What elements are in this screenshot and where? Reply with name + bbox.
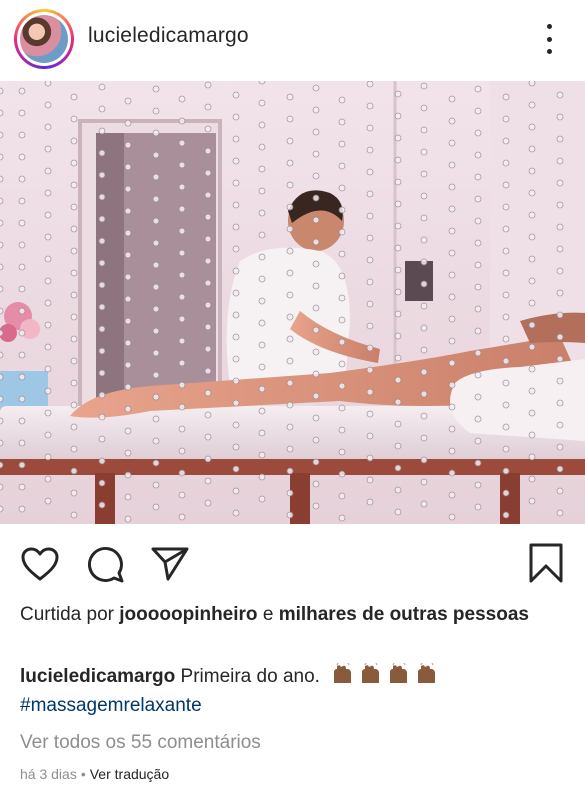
- comment-icon: [88, 547, 124, 583]
- heart-icon: [21, 547, 59, 581]
- like-button[interactable]: [20, 546, 60, 587]
- save-button[interactable]: [528, 542, 564, 589]
- story-ring[interactable]: [14, 9, 74, 69]
- clapping-hands-icon: [331, 662, 443, 694]
- likes-summary: Curtida por jooooopinheiro e milhares de…: [20, 601, 560, 629]
- meta-separator: •: [80, 766, 86, 782]
- caption-text: Primeira do ano.: [180, 666, 320, 687]
- post-header: lucieledicamargo: [0, 0, 585, 80]
- view-all-comments-link[interactable]: Ver todos os 55 comentários: [20, 729, 261, 757]
- avatar-frame: [17, 12, 71, 66]
- post-photo[interactable]: [0, 81, 585, 524]
- likes-prefix: Curtida por: [20, 604, 114, 625]
- massage-photo-illustration: [0, 81, 585, 524]
- caption: lucieledicamargo Primeira do ano.: [20, 662, 565, 694]
- liker-username[interactable]: jooooopinheiro: [119, 604, 257, 625]
- more-vertical-icon-dot: [546, 49, 552, 54]
- post-username[interactable]: lucieledicamargo: [88, 24, 249, 48]
- see-translation-link[interactable]: Ver tradução: [90, 766, 169, 782]
- caption-hashtag[interactable]: #massagemrelaxante: [20, 692, 202, 720]
- likes-connector: e: [262, 604, 274, 625]
- more-vertical-icon-dot: [546, 36, 552, 42]
- post-meta: há 3 dias • Ver tradução: [20, 764, 169, 784]
- post-timestamp: há 3 dias: [20, 766, 77, 782]
- others-count[interactable]: milhares de outras pessoas: [279, 604, 529, 625]
- more-options-button[interactable]: [539, 24, 559, 54]
- action-bar: [0, 538, 585, 588]
- avatar[interactable]: [20, 15, 68, 63]
- caption-username[interactable]: lucieledicamargo: [20, 666, 175, 687]
- bookmark-icon: [529, 543, 563, 583]
- more-vertical-icon: [546, 24, 552, 29]
- share-button[interactable]: [150, 545, 190, 586]
- comment-button[interactable]: [86, 545, 126, 588]
- paper-plane-icon: [151, 547, 189, 581]
